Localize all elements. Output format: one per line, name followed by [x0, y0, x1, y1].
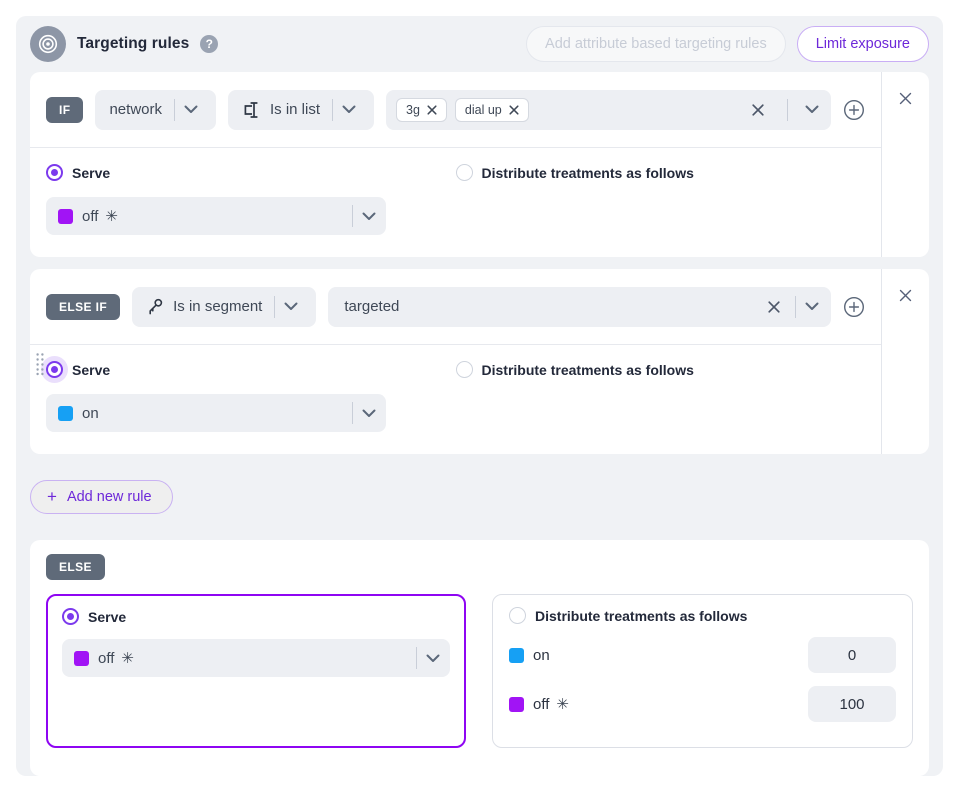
- distribution-row: on 0: [509, 637, 896, 673]
- distribution-row: off ✳ 100: [509, 686, 896, 722]
- treatment-swatch: [58, 209, 73, 224]
- distribute-radio[interactable]: [509, 607, 526, 624]
- treatment-swatch: [509, 697, 524, 712]
- targeting-rules-panel: Targeting rules ? Add attribute based ta…: [16, 16, 943, 776]
- rule-side-column: [881, 269, 929, 454]
- serve-section: Serve Distribute treatments as follows o…: [30, 148, 881, 257]
- page-title: Targeting rules: [77, 35, 189, 53]
- header: Targeting rules ? Add attribute based ta…: [30, 16, 929, 72]
- matcher-dropdown-value: Is in list: [270, 101, 320, 118]
- treatment-name: on: [82, 405, 99, 422]
- list-values-field[interactable]: 3g dial up: [386, 90, 831, 130]
- treatment-swatch: [509, 648, 524, 663]
- treatment-dropdown[interactable]: off ✳: [62, 639, 450, 677]
- attribute-dropdown[interactable]: network: [95, 90, 216, 130]
- else-if-badge: ELSE IF: [46, 294, 120, 320]
- distribute-option[interactable]: Distribute treatments as follows: [509, 607, 896, 624]
- serve-option[interactable]: Serve: [46, 361, 456, 378]
- chip-label: dial up: [465, 103, 502, 117]
- distribute-option[interactable]: Distribute treatments as follows: [456, 164, 694, 181]
- plus-icon: +: [47, 488, 57, 505]
- add-attribute-rules-button: Add attribute based targeting rules: [526, 26, 786, 62]
- distribute-radio[interactable]: [456, 361, 473, 378]
- treatment-dropdown[interactable]: on: [46, 394, 386, 432]
- distribute-option[interactable]: Distribute treatments as follows: [456, 361, 694, 378]
- distribute-label: Distribute treatments as follows: [482, 165, 694, 181]
- treatment-name: off: [98, 650, 114, 667]
- chevron-down-icon: [184, 105, 198, 114]
- treatment-dropdown[interactable]: off ✳: [46, 197, 386, 235]
- distribution-value-input[interactable]: 0: [808, 637, 896, 673]
- else-card: ELSE Serve off ✳: [30, 540, 929, 776]
- treatment-name: off: [82, 208, 98, 225]
- chevron-down-icon: [284, 302, 298, 311]
- else-distribute-panel[interactable]: Distribute treatments as follows on 0 of…: [492, 594, 913, 748]
- add-new-rule-button[interactable]: + Add new rule: [30, 480, 173, 514]
- chevron-down-icon[interactable]: [805, 302, 819, 311]
- delete-rule-icon[interactable]: [899, 289, 912, 302]
- else-serve-panel[interactable]: Serve off ✳: [46, 594, 466, 748]
- serve-radio[interactable]: [46, 361, 63, 378]
- serve-option[interactable]: Serve: [46, 164, 456, 181]
- segment-field[interactable]: targeted: [328, 287, 831, 327]
- condition-row: ELSE IF Is in segment targe: [30, 269, 881, 345]
- rule-side-column: [881, 72, 929, 257]
- matcher-dropdown[interactable]: Is in segment: [132, 287, 316, 327]
- chevron-down-icon: [426, 654, 440, 663]
- chip: 3g: [396, 98, 447, 122]
- else-badge: ELSE: [46, 554, 105, 580]
- attribute-dropdown-value: network: [109, 101, 162, 118]
- chip: dial up: [455, 98, 529, 122]
- add-condition-icon[interactable]: [843, 99, 865, 121]
- condition-row: IF network Is in list: [30, 72, 881, 148]
- limit-exposure-button[interactable]: Limit exposure: [797, 26, 929, 62]
- clear-values-icon[interactable]: [749, 101, 767, 119]
- serve-option[interactable]: Serve: [62, 608, 450, 625]
- default-treatment-marker: ✳: [121, 649, 134, 667]
- treatment-swatch: [74, 651, 89, 666]
- serve-radio[interactable]: [62, 608, 79, 625]
- rule-card-if: IF network Is in list: [30, 72, 929, 257]
- default-treatment-marker: ✳: [105, 207, 118, 225]
- chip-label: 3g: [406, 103, 420, 117]
- segment-value: targeted: [344, 298, 399, 315]
- segment-key-icon: [146, 297, 165, 316]
- chevron-down-icon: [362, 212, 376, 221]
- clear-segment-icon[interactable]: [765, 298, 783, 316]
- add-condition-icon[interactable]: [843, 296, 865, 318]
- help-icon[interactable]: ?: [200, 35, 218, 53]
- chip-remove-icon[interactable]: [509, 105, 519, 115]
- target-icon: [30, 26, 66, 62]
- serve-section: Serve Distribute treatments as follows o…: [30, 345, 881, 454]
- treatment-name: on: [533, 647, 550, 664]
- distribute-label: Distribute treatments as follows: [482, 362, 694, 378]
- delete-rule-icon[interactable]: [899, 92, 912, 105]
- serve-label: Serve: [88, 609, 126, 625]
- chevron-down-icon: [362, 409, 376, 418]
- add-new-rule-label: Add new rule: [67, 489, 152, 505]
- chip-remove-icon[interactable]: [427, 105, 437, 115]
- serve-label: Serve: [72, 165, 110, 181]
- matcher-dropdown-value: Is in segment: [173, 298, 262, 315]
- drag-handle-icon[interactable]: [35, 352, 45, 381]
- rule-card-else-if: ELSE IF Is in segment targe: [30, 269, 929, 454]
- if-badge: IF: [46, 97, 83, 123]
- chevron-down-icon[interactable]: [805, 105, 819, 114]
- serve-label: Serve: [72, 362, 110, 378]
- serve-radio[interactable]: [46, 164, 63, 181]
- matcher-dropdown[interactable]: Is in list: [228, 90, 374, 130]
- distribution-value-input[interactable]: 100: [808, 686, 896, 722]
- string-matcher-icon: [242, 101, 262, 119]
- treatment-name: off: [533, 696, 549, 713]
- chevron-down-icon: [342, 105, 356, 114]
- treatment-swatch: [58, 406, 73, 421]
- distribute-radio[interactable]: [456, 164, 473, 181]
- distribute-label: Distribute treatments as follows: [535, 608, 747, 624]
- default-treatment-marker: ✳: [556, 695, 569, 713]
